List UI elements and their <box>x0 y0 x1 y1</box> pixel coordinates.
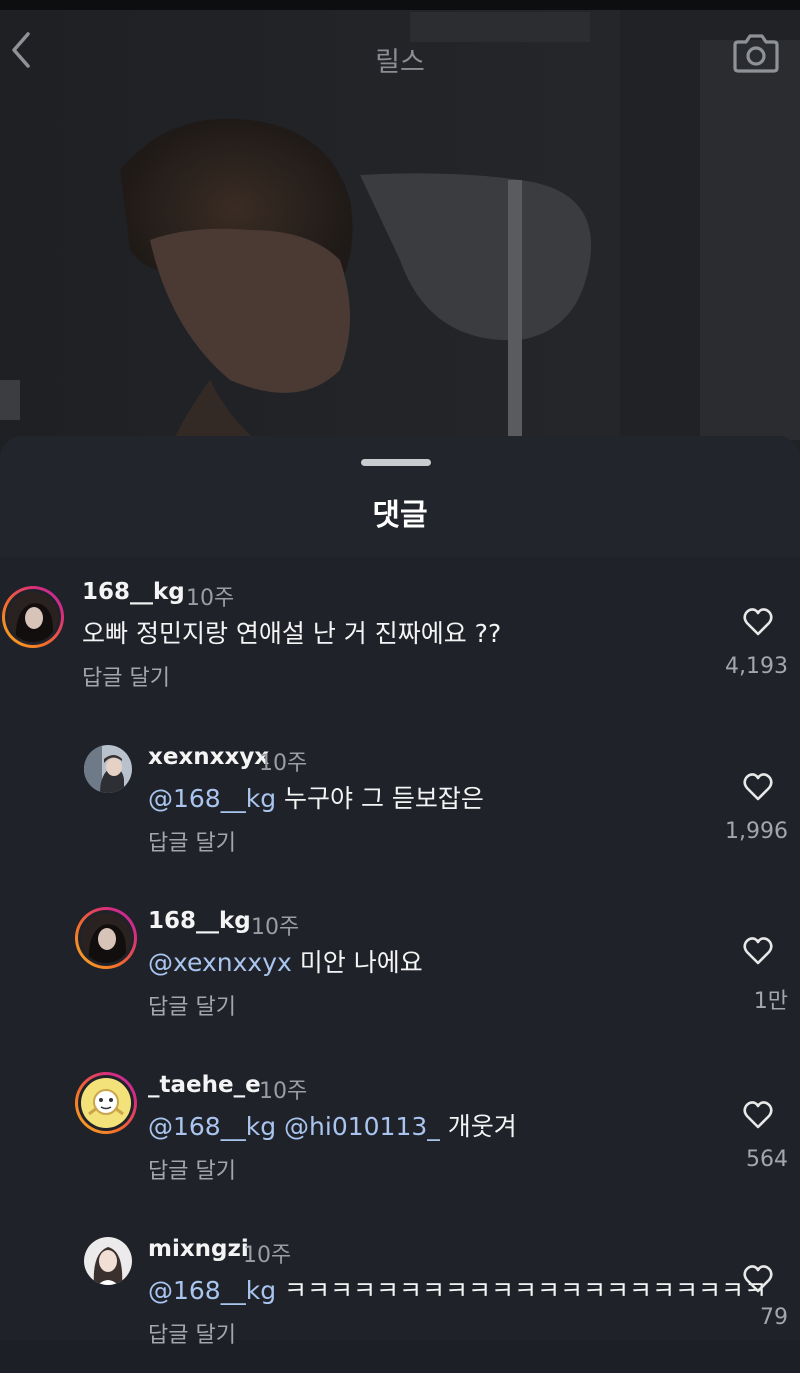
reel-video[interactable]: 릴스 <box>0 0 800 470</box>
comments-sheet: 댓글 168__kg 10주 오빠 정민지랑 연애설 난 거 진짜에요 ?? 답… <box>0 436 800 1348</box>
comment-text: @168__kg @hi010113_ 개웃겨 <box>148 1112 517 1141</box>
comment-username[interactable]: _taehe_e <box>148 1072 261 1098</box>
mention-link[interactable]: @hi010113_ <box>284 1112 440 1141</box>
avatar-photo <box>81 1078 131 1128</box>
comment-text: 오빠 정민지랑 연애설 난 거 진짜에요 ?? <box>82 619 502 648</box>
avatar[interactable] <box>84 745 132 793</box>
reply-button[interactable]: 답글 달기 <box>148 989 236 1021</box>
reply-button[interactable]: 답글 달기 <box>82 660 170 692</box>
comments-header: 댓글 <box>0 436 800 557</box>
like-button[interactable] <box>738 604 778 640</box>
heart-icon <box>743 773 773 801</box>
avatar-photo <box>8 592 58 642</box>
comment-text: @xexnxxyx 미안 나에요 <box>148 948 423 977</box>
like-count: 1만 <box>753 989 788 1014</box>
comment-item: mixngzi 10주 @168__kg ㅋㅋㅋㅋㅋㅋㅋㅋㅋㅋㅋㅋㅋㅋㅋㅋㅋㅋㅋ… <box>0 1233 800 1373</box>
avatar[interactable] <box>84 1237 132 1285</box>
comment-time: 10주 <box>259 751 308 776</box>
mention-link[interactable]: @168__kg <box>148 1112 276 1141</box>
drag-handle[interactable] <box>361 459 431 466</box>
page-title: 릴스 <box>375 47 425 78</box>
comment-username[interactable]: xexnxxyx <box>148 744 269 770</box>
comment-text: @168__kg 누구야 그 듣보잡은 <box>148 784 484 813</box>
comment-item: 168__kg 10주 오빠 정민지랑 연애설 난 거 진짜에요 ?? 답글 달… <box>0 576 800 716</box>
mention-link[interactable]: @168__kg <box>148 1276 276 1305</box>
comments-title: 댓글 <box>372 498 428 533</box>
like-button[interactable] <box>738 1097 778 1133</box>
like-count: 1,996 <box>725 819 788 844</box>
camera-button[interactable] <box>732 30 782 80</box>
comment-item: _taehe_e 10주 @168__kg @hi010113_ 개웃겨 답글 … <box>0 1069 800 1209</box>
like-button[interactable] <box>738 769 778 805</box>
comment-time: 10주 <box>243 1243 292 1268</box>
reply-button[interactable]: 답글 달기 <box>148 1317 236 1349</box>
mention-link[interactable]: @xexnxxyx <box>148 948 292 977</box>
like-count: 564 <box>746 1147 788 1172</box>
like-button[interactable] <box>738 1261 778 1297</box>
avatar-photo <box>81 913 131 963</box>
heart-icon <box>743 1265 773 1293</box>
avatar-photo <box>84 745 132 793</box>
comment-text: @168__kg ㅋㅋㅋㅋㅋㅋㅋㅋㅋㅋㅋㅋㅋㅋㅋㅋㅋㅋㅋㅋㅋ <box>148 1276 768 1305</box>
comment-username[interactable]: 168__kg <box>82 579 185 605</box>
avatar[interactable] <box>75 1072 137 1134</box>
comment-time: 10주 <box>251 915 300 940</box>
avatar-photo <box>84 1237 132 1285</box>
like-button[interactable] <box>738 933 778 969</box>
reel-topbar: 릴스 <box>0 10 800 100</box>
avatar[interactable] <box>2 586 64 648</box>
comment-username[interactable]: mixngzi <box>148 1236 249 1262</box>
avatar[interactable] <box>75 907 137 969</box>
camera-icon <box>733 34 779 73</box>
heart-icon <box>743 608 773 636</box>
comment-username[interactable]: 168__kg <box>148 908 251 934</box>
comment-item: 168__kg 10주 @xexnxxyx 미안 나에요 답글 달기 1만 <box>0 905 800 1045</box>
like-count: 79 <box>760 1305 788 1330</box>
reply-button[interactable]: 답글 달기 <box>148 1153 236 1185</box>
heart-icon <box>743 937 773 965</box>
mention-link[interactable]: @168__kg <box>148 784 276 813</box>
heart-icon <box>743 1101 773 1129</box>
comment-time: 10주 <box>186 586 235 611</box>
like-count: 4,193 <box>725 654 788 679</box>
comment-item: xexnxxyx 10주 @168__kg 누구야 그 듣보잡은 답글 달기 1… <box>0 741 800 881</box>
comment-time: 10주 <box>259 1079 308 1104</box>
reply-button[interactable]: 답글 달기 <box>148 825 236 857</box>
